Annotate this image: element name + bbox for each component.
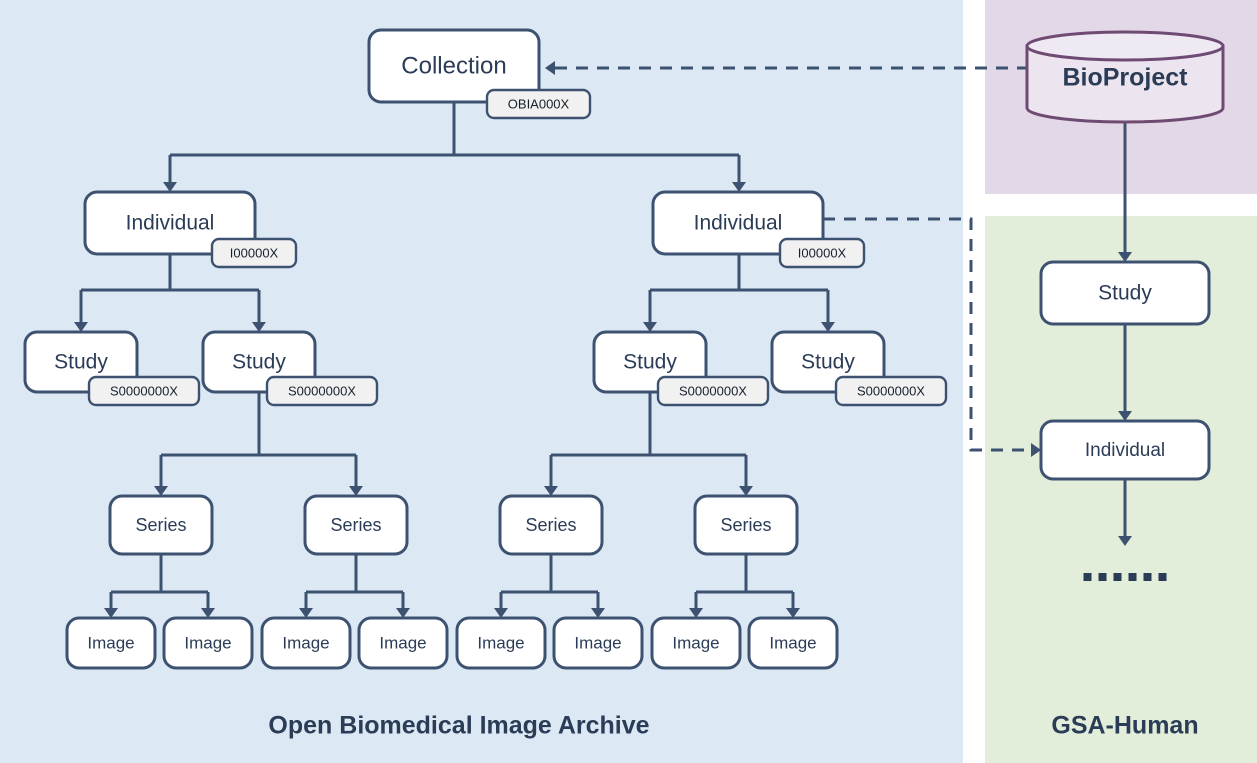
node-label-study-4: Study	[801, 351, 855, 374]
node-series-2[interactable]: Series	[303, 494, 409, 556]
id-badge-individual-1[interactable]: I00000X	[210, 237, 298, 269]
id-badge-individual-2[interactable]: I00000X	[778, 237, 866, 269]
id-badge-collection[interactable]: OBIA000X	[485, 88, 592, 120]
id-badge-label-study-1: S0000000X	[110, 383, 178, 398]
node-label-series-4: Series	[720, 515, 771, 535]
node-label-collection: Collection	[401, 52, 506, 79]
node-series-4[interactable]: Series	[693, 494, 799, 556]
node-label-gsa-individual: Individual	[1085, 440, 1165, 461]
node-label-image-2: Image	[184, 633, 231, 652]
node-label-series-3: Series	[525, 515, 576, 535]
node-label-image-5: Image	[477, 633, 524, 652]
node-image-5[interactable]: Image	[455, 616, 547, 670]
id-badge-label-study-2: S0000000X	[288, 383, 356, 398]
gsa-caption: GSA-Human	[1051, 712, 1198, 740]
data-model-diagram: BioProject Collection OBIA000X Individual I…	[0, 0, 1257, 763]
ellipsis-dot	[1083, 573, 1092, 581]
node-label-image-8: Image	[769, 633, 816, 652]
id-badge-label-individual-2: I00000X	[798, 245, 847, 260]
node-image-6[interactable]: Image	[552, 616, 644, 670]
bioproject-cylinder-layer[interactable]: BioProject	[1025, 30, 1225, 124]
id-badge-label-study-4: S0000000X	[857, 383, 925, 398]
id-badge-label-collection: OBIA000X	[508, 96, 570, 111]
node-label-individual-1: Individual	[126, 212, 215, 235]
node-label-study-3: Study	[623, 351, 677, 374]
archive-caption: Open Biomedical Image Archive	[268, 712, 649, 740]
ellipsis-dot	[1158, 573, 1167, 581]
id-badge-study-4[interactable]: S0000000X	[834, 375, 948, 407]
node-series-1[interactable]: Series	[108, 494, 214, 556]
node-image-3[interactable]: Image	[260, 616, 352, 670]
node-label-image-1: Image	[87, 633, 134, 652]
id-badge-label-study-3: S0000000X	[679, 383, 747, 398]
node-gsa-individual[interactable]: Individual	[1039, 419, 1211, 481]
bioproject-cylinder-top	[1025, 30, 1225, 62]
ellipsis-dot	[1113, 573, 1122, 581]
node-image-4[interactable]: Image	[357, 616, 449, 670]
node-label-individual-2: Individual	[694, 212, 783, 235]
diagram-canvas: BioProject Collection OBIA000X Individual I…	[0, 0, 1257, 763]
id-badge-study-1[interactable]: S0000000X	[87, 375, 201, 407]
id-badge-label-individual-1: I00000X	[230, 245, 279, 260]
node-label-image-3: Image	[282, 633, 329, 652]
node-label-study-1: Study	[54, 351, 108, 374]
id-badge-study-2[interactable]: S0000000X	[265, 375, 379, 407]
node-label-image-7: Image	[672, 633, 719, 652]
id-badge-study-3[interactable]: S0000000X	[656, 375, 770, 407]
bioproject-label: BioProject	[1062, 64, 1188, 92]
ellipsis-dot	[1143, 573, 1152, 581]
node-image-7[interactable]: Image	[650, 616, 742, 670]
node-label-series-2: Series	[330, 515, 381, 535]
node-label-gsa-study: Study	[1098, 282, 1152, 305]
node-image-2[interactable]: Image	[162, 616, 254, 670]
node-label-series-1: Series	[135, 515, 186, 535]
node-label-image-6: Image	[574, 633, 621, 652]
node-image-8[interactable]: Image	[747, 616, 839, 670]
node-series-3[interactable]: Series	[498, 494, 604, 556]
node-label-study-2: Study	[232, 351, 286, 374]
node-gsa-study[interactable]: Study	[1039, 260, 1211, 326]
node-image-1[interactable]: Image	[65, 616, 157, 670]
ellipsis-dot	[1098, 573, 1107, 581]
node-label-image-4: Image	[379, 633, 426, 652]
ellipsis-dot	[1128, 573, 1137, 581]
